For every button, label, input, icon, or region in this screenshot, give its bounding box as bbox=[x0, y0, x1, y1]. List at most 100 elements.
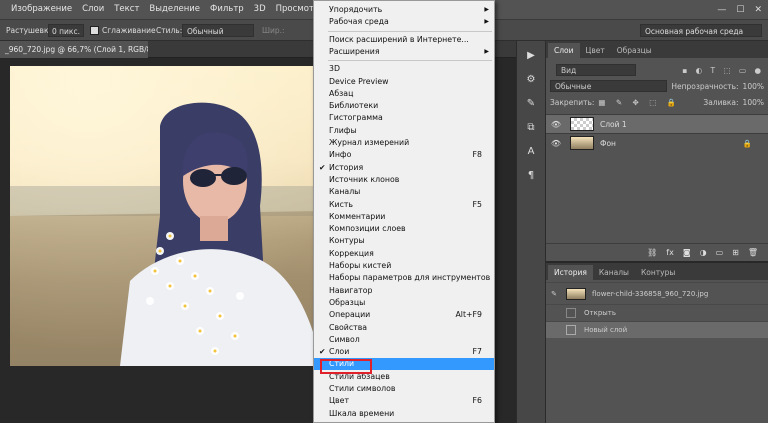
window-menu-item-20[interactable]: Контуры bbox=[314, 235, 494, 247]
menu-item-label: Операции bbox=[329, 310, 371, 320]
window-menu-item-30[interactable]: Стили bbox=[314, 358, 494, 371]
window-menu-item-25[interactable]: Образцы bbox=[314, 297, 494, 309]
menu-item-shortcut: Alt+F9 bbox=[455, 310, 482, 320]
window-menu-item-26[interactable]: Операции Alt+F9 bbox=[314, 309, 494, 321]
window-menu-item-10[interactable]: Гистограмма bbox=[314, 112, 494, 124]
menu-item-label: Библиотеки bbox=[329, 101, 379, 111]
history-panel-tab-3[interactable]: Контуры bbox=[635, 265, 681, 280]
link-icon[interactable]: ⛓ bbox=[647, 248, 657, 257]
window-menu-item-28[interactable]: Символ bbox=[314, 334, 494, 346]
history-snapshot[interactable]: ✎ flower-child-336858_960_720.jpg bbox=[546, 282, 768, 304]
paragraph-icon[interactable]: ¶ bbox=[521, 167, 541, 185]
window-menu-item-13[interactable]: Инфо F8 bbox=[314, 149, 494, 161]
window-menu-item-12[interactable]: Журнал измерений bbox=[314, 137, 494, 149]
feather-input[interactable]: 0 пикс. bbox=[48, 24, 84, 37]
history-panel-tab-2[interactable]: Каналы bbox=[593, 265, 635, 280]
window-menu-item-24[interactable]: Навигатор bbox=[314, 285, 494, 297]
lock-icon: 🔒 bbox=[742, 138, 752, 148]
menu-item-label: Инфо bbox=[329, 150, 352, 160]
antialias-checkbox[interactable] bbox=[90, 26, 99, 35]
window-menu-item-21[interactable]: Коррекция bbox=[314, 248, 494, 260]
document-image[interactable] bbox=[10, 66, 322, 366]
menu-item-label: Навигатор bbox=[329, 285, 373, 295]
menu-2[interactable]: Слои bbox=[77, 0, 109, 19]
window-menu-item-15[interactable]: Источник клонов bbox=[314, 174, 494, 186]
document-tab[interactable]: _960_720.jpg @ 66,7% (Слой 1, RGB/8#) * bbox=[0, 41, 148, 58]
window-menu-item-29[interactable]: Слои ✔ F7 bbox=[314, 346, 494, 358]
style-select[interactable]: Обычный bbox=[182, 24, 254, 37]
adjustment-icon[interactable]: ◑ bbox=[700, 248, 707, 257]
menu-1[interactable]: Изображение bbox=[6, 0, 77, 19]
play-icon[interactable]: ▶ bbox=[521, 47, 541, 65]
workspace-select[interactable]: Основная рабочая среда bbox=[640, 24, 762, 37]
window-menu-item-11[interactable]: Глифы bbox=[314, 125, 494, 137]
minimize-icon[interactable]: — bbox=[717, 5, 726, 15]
history-panel-tabs: История Каналы Контуры bbox=[546, 263, 768, 280]
window-menu-item-19[interactable]: Композиции слоев bbox=[314, 223, 494, 235]
menu-item-label: Кисть bbox=[329, 199, 354, 209]
character-icon[interactable]: A bbox=[521, 143, 541, 161]
layer-row-layer1[interactable]: 👁 Слой 1 bbox=[546, 114, 768, 133]
layers-panel-tab-2[interactable]: Цвет bbox=[580, 43, 611, 58]
window-menu-item-7[interactable]: Device Preview bbox=[314, 76, 494, 88]
lock-icons[interactable]: ▦ ✎ ✥ ⬚ 🔒 bbox=[598, 98, 680, 107]
window-menu-item-22[interactable]: Наборы кистей bbox=[314, 260, 494, 272]
mask-icon[interactable]: ◙ bbox=[683, 248, 691, 257]
layer-thumbnail bbox=[570, 136, 594, 150]
brush-icon[interactable]: ✎ bbox=[521, 95, 541, 113]
filter-icons[interactable]: ▪ ◐ T ⬚ ▭ ● bbox=[682, 66, 764, 75]
fx-icon[interactable]: fx bbox=[666, 248, 674, 257]
layers-panel-tab-3[interactable]: Образцы bbox=[611, 43, 658, 58]
menu-5[interactable]: Фильтр bbox=[205, 0, 249, 19]
style-label: Стиль: bbox=[156, 26, 183, 35]
new-layer-icon[interactable]: ⊞ bbox=[732, 248, 739, 257]
layer-name: Слой 1 bbox=[600, 119, 627, 129]
panel-dock: ▶ ⚙ ✎ ⧉ A ¶ bbox=[516, 41, 546, 423]
clone-icon[interactable]: ⧉ bbox=[521, 119, 541, 137]
menu-item-label: Контуры bbox=[329, 236, 365, 246]
opacity-value[interactable]: 100% bbox=[743, 82, 764, 91]
window-menu-item-4[interactable]: Расширения ▶ bbox=[314, 46, 494, 58]
window-menu-item-9[interactable]: Библиотеки bbox=[314, 100, 494, 112]
window-menu-item-27[interactable]: Свойства bbox=[314, 322, 494, 334]
menu-4[interactable]: Выделение bbox=[144, 0, 205, 19]
history-panel-tab-1[interactable]: История bbox=[548, 265, 593, 280]
window-menu-dropdown: Упорядочить ▶ Рабочая среда ▶ Поиск расширен… bbox=[313, 0, 495, 423]
close-icon[interactable]: ✕ bbox=[754, 5, 762, 15]
document-icon bbox=[566, 325, 576, 335]
layers-panel-tab-1[interactable]: Слои bbox=[548, 43, 580, 58]
blend-mode-select[interactable]: Обычные bbox=[550, 80, 668, 92]
document-icon bbox=[566, 308, 576, 318]
trash-icon[interactable]: 🗑 bbox=[748, 248, 758, 257]
window-menu-item-1[interactable]: Рабочая среда ▶ bbox=[314, 16, 494, 28]
folder-icon[interactable]: ▭ bbox=[716, 248, 724, 257]
filter-kind-select[interactable]: Вид bbox=[556, 64, 636, 76]
menu-6[interactable]: 3D bbox=[249, 0, 271, 19]
layer-row-background[interactable]: 👁 Фон 🔒 bbox=[546, 133, 768, 152]
menu-3[interactable]: Текст bbox=[109, 0, 144, 19]
menu-item-label: Шкала времени bbox=[329, 408, 395, 418]
window-menu-item-3[interactable]: Поиск расширений в Интернете... bbox=[314, 34, 494, 46]
history-state-label: Открыть bbox=[584, 309, 616, 317]
window-menu-item-0[interactable]: Упорядочить ▶ bbox=[314, 4, 494, 16]
visibility-eye-icon[interactable]: 👁 bbox=[546, 139, 566, 148]
window-menu-item-14[interactable]: История ✔ bbox=[314, 162, 494, 174]
fill-value[interactable]: 100% bbox=[743, 98, 764, 107]
history-state-current[interactable]: Новый слой bbox=[546, 321, 768, 338]
maximize-icon[interactable]: ☐ bbox=[736, 5, 744, 15]
window-menu-item-6[interactable]: 3D bbox=[314, 63, 494, 75]
window-menu-item-33[interactable]: Цвет F6 bbox=[314, 395, 494, 407]
checkmark-icon: ✔ bbox=[319, 347, 326, 357]
window-menu-item-16[interactable]: Каналы bbox=[314, 186, 494, 198]
window-menu-item-31[interactable]: Стили абзацев bbox=[314, 371, 494, 383]
window-menu-item-23[interactable]: Наборы параметров для инструментов bbox=[314, 272, 494, 284]
visibility-eye-icon[interactable]: 👁 bbox=[546, 120, 566, 129]
history-state[interactable]: Открыть bbox=[546, 304, 768, 321]
window-menu-item-8[interactable]: Абзац bbox=[314, 88, 494, 100]
width-label: Шир.: bbox=[262, 26, 285, 35]
window-menu-item-32[interactable]: Стили символов bbox=[314, 383, 494, 395]
window-menu-item-17[interactable]: Кисть F5 bbox=[314, 199, 494, 211]
window-menu-item-18[interactable]: Комментарии bbox=[314, 211, 494, 223]
window-menu-item-34[interactable]: Шкала времени bbox=[314, 408, 494, 420]
adjust-icon[interactable]: ⚙ bbox=[521, 71, 541, 89]
